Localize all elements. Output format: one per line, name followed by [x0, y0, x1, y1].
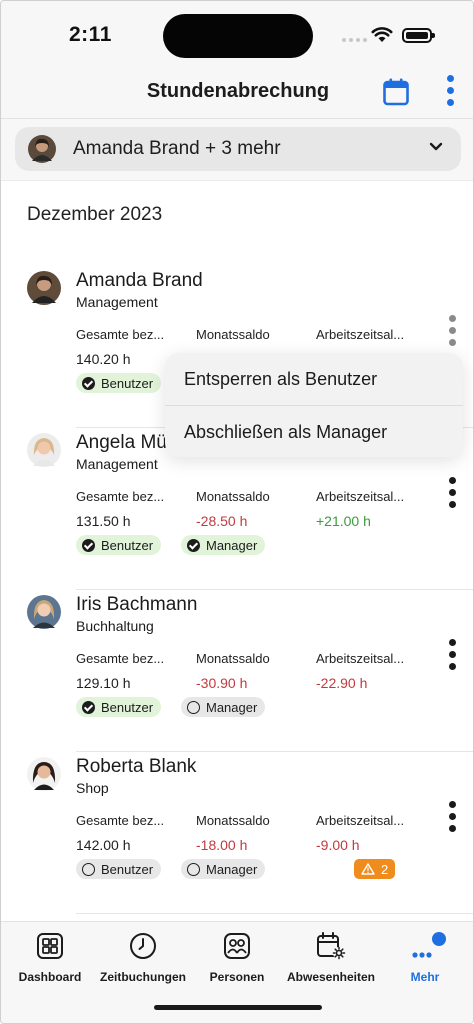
- tab-abwesenheiten[interactable]: Abwesenheiten: [284, 932, 378, 984]
- empty-circle-icon: [187, 862, 200, 876]
- app-frame: 2:11 Stundenabrechung Amanda Brand + 3 m…: [0, 0, 474, 1024]
- employee-department: Management: [76, 294, 158, 310]
- column-header-monthly: Monatssaldo: [196, 651, 270, 666]
- employee-name: Amanda Brand: [76, 270, 203, 291]
- row-more-icon[interactable]: [445, 639, 459, 673]
- column-header-total: Gesamte bez...: [76, 327, 165, 342]
- calendar-sun-icon: [317, 932, 346, 960]
- signal-icon: [342, 38, 367, 42]
- manager-status-badge: Manager: [181, 859, 266, 879]
- warning-triangle-icon: [361, 863, 375, 875]
- wifi-icon: [371, 27, 393, 42]
- clock-icon: [130, 933, 156, 959]
- employee-name: Angela Mü: [76, 432, 167, 453]
- user-status-badge: Benutzer: [76, 535, 162, 555]
- user-status-badge: Benutzer: [76, 859, 162, 879]
- total-hours: 129.10 h: [76, 675, 131, 691]
- empty-circle-icon: [187, 700, 200, 714]
- column-header-monthly: Monatssaldo: [196, 813, 270, 828]
- avatar: [27, 595, 61, 629]
- empty-circle-icon: [82, 862, 95, 876]
- unlock-as-user-menu-item[interactable]: Entsperren als Benutzer: [184, 369, 377, 390]
- tab-personen[interactable]: Personen: [190, 932, 284, 984]
- column-header-balance: Arbeitszeitsal...: [316, 327, 405, 342]
- list-item[interactable]: Roberta Blank Shop Gesamte bez... Monats…: [1, 753, 473, 914]
- user-status-badge: Benutzer: [76, 697, 162, 717]
- monthly-balance: -30.90 h: [196, 675, 248, 691]
- tab-zeitbuchungen[interactable]: Zeitbuchungen: [96, 932, 190, 984]
- filter-label: Amanda Brand + 3 mehr: [73, 138, 281, 159]
- column-header-total: Gesamte bez...: [76, 651, 165, 666]
- column-header-monthly: Monatssaldo: [196, 327, 270, 342]
- tab-label: Abwesenheiten: [286, 970, 376, 984]
- column-header-monthly: Monatssaldo: [196, 489, 270, 504]
- tab-label: Personen: [209, 970, 265, 984]
- context-menu: Entsperren als Benutzer Abschließen als …: [165, 353, 463, 457]
- check-circle-icon: [82, 376, 95, 390]
- tab-label: Zeitbuchungen: [100, 970, 186, 984]
- tab-dashboard[interactable]: Dashboard: [3, 932, 97, 984]
- row-more-icon[interactable]: [445, 801, 459, 835]
- monthly-balance: -28.50 h: [196, 513, 248, 529]
- row-more-icon[interactable]: [445, 477, 459, 511]
- people-icon: [224, 933, 250, 959]
- lock-as-manager-menu-item[interactable]: Abschließen als Manager: [184, 422, 387, 443]
- manager-status-badge: Manager: [181, 697, 266, 717]
- filter-bar: Amanda Brand + 3 mehr: [1, 119, 473, 181]
- month-heading: Dezember 2023: [27, 204, 163, 225]
- user-status-badge: Benutzer: [76, 373, 162, 393]
- dashboard-icon: [37, 933, 63, 959]
- employee-name: Iris Bachmann: [76, 594, 198, 615]
- total-hours: 131.50 h: [76, 513, 131, 529]
- status-bar: 2:11: [1, 1, 473, 65]
- row-more-icon[interactable]: [445, 315, 459, 349]
- tab-mehr[interactable]: Mehr: [378, 932, 472, 984]
- worktime-balance: -22.90 h: [316, 675, 368, 691]
- status-time: 2:11: [69, 23, 112, 46]
- employee-name: Roberta Blank: [76, 756, 197, 777]
- worktime-balance: +21.00 h: [316, 513, 371, 529]
- list-item[interactable]: Iris Bachmann Buchhaltung Gesamte bez...…: [1, 591, 473, 752]
- worktime-balance: -9.00 h: [316, 837, 360, 853]
- column-header-balance: Arbeitszeitsal...: [316, 813, 405, 828]
- employee-department: Buchhaltung: [76, 618, 154, 634]
- more-dots-icon: [412, 932, 446, 958]
- column-header-total: Gesamte bez...: [76, 489, 165, 504]
- check-circle-icon: [187, 538, 200, 552]
- avatar: [27, 757, 61, 791]
- warning-badge[interactable]: 2: [354, 859, 396, 879]
- column-header-balance: Arbeitszeitsal...: [316, 651, 405, 666]
- nav-header: Stundenabrechung: [1, 65, 473, 119]
- employee-department: Management: [76, 456, 158, 472]
- monthly-balance: -18.00 h: [196, 837, 248, 853]
- chevron-down-icon: [429, 142, 443, 151]
- avatar: [27, 271, 61, 305]
- check-circle-icon: [82, 538, 95, 552]
- check-circle-icon: [82, 700, 95, 714]
- battery-icon: [402, 28, 435, 43]
- person-filter-dropdown[interactable]: Amanda Brand + 3 mehr: [15, 127, 461, 171]
- dynamic-island: [163, 14, 313, 58]
- tab-label: Dashboard: [18, 970, 82, 984]
- total-hours: 142.00 h: [76, 837, 131, 853]
- home-indicator: [154, 1005, 322, 1010]
- total-hours: 140.20 h: [76, 351, 131, 367]
- calendar-icon[interactable]: [382, 77, 410, 107]
- column-header-balance: Arbeitszeitsal...: [316, 489, 405, 504]
- employee-department: Shop: [76, 780, 109, 796]
- column-header-total: Gesamte bez...: [76, 813, 165, 828]
- more-options-icon[interactable]: [441, 75, 459, 109]
- tab-label: Mehr: [410, 970, 440, 984]
- avatar: [27, 433, 61, 467]
- avatar: [28, 135, 56, 163]
- manager-status-badge: Manager: [181, 535, 266, 555]
